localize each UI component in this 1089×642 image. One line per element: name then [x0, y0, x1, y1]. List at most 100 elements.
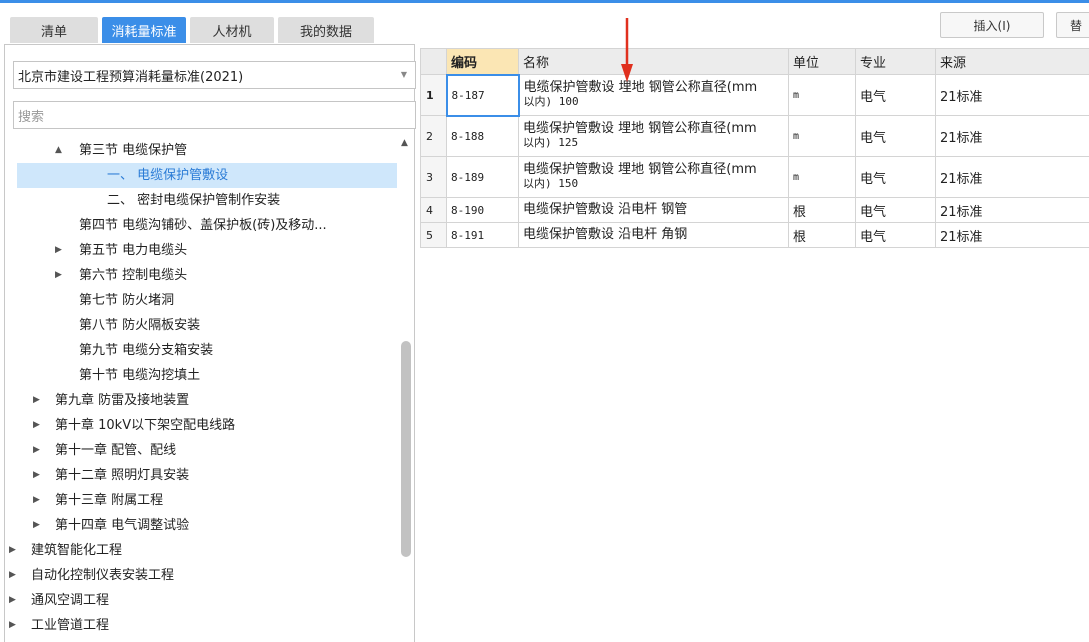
tree-item[interactable]: ▶ 第五节 电力电缆头 — [17, 238, 397, 263]
expand-arrow-icon[interactable]: ▶ — [33, 388, 40, 413]
red-arrow-annotation-icon — [621, 18, 633, 82]
search-input[interactable]: 搜索 — [13, 101, 416, 129]
tree-item[interactable]: ▶ 第十三章 附属工程 — [17, 488, 397, 513]
cell-major[interactable]: 电气 — [855, 156, 936, 198]
row-index[interactable]: 5 — [420, 222, 447, 248]
expand-arrow-icon[interactable]: ▶ — [33, 488, 40, 513]
tree-item-label: 第五节 电力电缆头 — [79, 243, 188, 258]
tree-item[interactable]: 一、 电缆保护管敷设 — [17, 163, 397, 188]
expand-arrow-icon[interactable]: ▶ — [55, 263, 62, 288]
cell-name-line: 电缆保护管敷设 埋地 钢管公称直径(mm — [523, 80, 758, 95]
cell-source[interactable]: 21标准 — [935, 197, 1089, 223]
table-row[interactable]: 3 8-189 电缆保护管敷设 埋地 钢管公称直径(mm 以内) 150 m 电气 21标准 — [420, 156, 1089, 198]
cell-name[interactable]: 电缆保护管敷设 沿电杆 钢管 — [518, 197, 789, 223]
tree-item-label: 第四节 电缆沟铺砂、盖保护板(砖)及移动... — [79, 218, 327, 233]
table-row[interactable]: 1 8-187 电缆保护管敷设 埋地 钢管公称直径(mm 以内) 100 m 电气 21标准 — [420, 73, 1089, 117]
cell-name[interactable]: 电缆保护管敷设 埋地 钢管公称直径(mm 以内) 100 — [518, 74, 789, 116]
tree-item[interactable]: 第四节 电缆沟铺砂、盖保护板(砖)及移动... — [17, 213, 397, 238]
tree-item-label: 第十章 10kV以下架空配电线路 — [55, 418, 236, 433]
tree-item[interactable]: ▲ 第三节 电缆保护管 — [17, 138, 397, 163]
cell-source[interactable]: 21标准 — [935, 74, 1089, 116]
tree-item[interactable]: ▶ 建筑智能化工程 — [9, 538, 397, 563]
tree-item[interactable]: 第七节 防火堵洞 — [17, 288, 397, 313]
cell-major[interactable]: 电气 — [855, 74, 936, 116]
tree-item-label: 第十三章 附属工程 — [55, 493, 164, 508]
collapse-arrow-icon[interactable]: ▲ — [55, 138, 62, 163]
tree-item[interactable]: ▶ 自动化控制仪表安装工程 — [9, 563, 397, 588]
table-row[interactable]: 4 8-190 电缆保护管敷设 沿电杆 钢管 根电气 21标准 — [420, 197, 1089, 223]
column-header-unit[interactable]: 单位 — [788, 48, 856, 75]
row-index[interactable]: 4 — [420, 197, 447, 223]
cell-code[interactable]: 8-189 — [446, 156, 519, 198]
cell-major[interactable]: 电气 — [855, 115, 936, 157]
cell-name[interactable]: 电缆保护管敷设 埋地 钢管公称直径(mm 以内) 125 — [518, 115, 789, 157]
cell-name[interactable]: 电缆保护管敷设 埋地 钢管公称直径(mm 以内) 150 — [518, 156, 789, 198]
cell-source[interactable]: 21标准 — [935, 115, 1089, 157]
tab-labor-material-machine[interactable]: 人材机 — [190, 17, 274, 43]
tree-item[interactable]: ▶ 第十一章 配管、配线 — [17, 438, 397, 463]
scroll-up-arrow-icon[interactable]: ▲ — [401, 138, 408, 148]
cell-code[interactable]: 8-188 — [446, 115, 519, 157]
tree-item-label: 第九节 电缆分支箱安装 — [79, 343, 214, 358]
row-index[interactable]: 2 — [420, 115, 447, 157]
tree-item[interactable]: ▶ 第十二章 照明灯具安装 — [17, 463, 397, 488]
row-index[interactable]: 3 — [420, 156, 447, 198]
expand-arrow-icon[interactable]: ▶ — [33, 413, 40, 438]
tab-list[interactable]: 清单 — [10, 17, 98, 43]
cell-unit[interactable]: m — [788, 74, 856, 116]
cell-source[interactable]: 21标准 — [935, 156, 1089, 198]
expand-arrow-icon[interactable]: ▶ — [9, 563, 16, 588]
standard-select[interactable]: 北京市建设工程预算消耗量标准(2021) ▼ — [13, 61, 416, 89]
tree-item-label: 第七节 防火堵洞 — [79, 293, 175, 308]
tree-item[interactable]: ▶ 第九章 防雷及接地装置 — [17, 388, 397, 413]
scrollbar-thumb[interactable] — [401, 341, 411, 557]
tree-item-label: 第十一章 配管、配线 — [55, 443, 177, 458]
tree-item-label: 二、 密封电缆保护管制作安装 — [107, 193, 281, 208]
cell-name[interactable]: 电缆保护管敷设 沿电杆 角钢 — [518, 222, 789, 248]
replace-button[interactable]: 替 — [1056, 12, 1089, 38]
cell-unit[interactable]: 根 — [788, 197, 856, 223]
cell-code[interactable]: 8-190 — [446, 197, 519, 223]
row-index[interactable]: 1 — [420, 74, 447, 116]
chevron-down-icon: ▼ — [400, 70, 407, 79]
tree-item[interactable]: ▶ 通风空调工程 — [9, 588, 397, 613]
cell-major[interactable]: 电气 — [855, 197, 936, 223]
cell-unit[interactable]: m — [788, 115, 856, 157]
cell-name-line: 以内) 125 — [523, 136, 579, 149]
expand-arrow-icon[interactable]: ▶ — [33, 463, 40, 488]
tree-item[interactable]: ▶ 第十四章 电气调整试验 — [17, 513, 397, 538]
tree-item[interactable]: 第九节 电缆分支箱安装 — [17, 338, 397, 363]
tree-item[interactable]: ▶ 第十章 10kV以下架空配电线路 — [17, 413, 397, 438]
tree-item[interactable]: 第八节 防火隔板安装 — [17, 313, 397, 338]
expand-arrow-icon[interactable]: ▶ — [9, 538, 16, 563]
expand-arrow-icon[interactable]: ▶ — [33, 513, 40, 538]
cell-unit[interactable]: 根 — [788, 222, 856, 248]
tree-item[interactable]: 二、 密封电缆保护管制作安装 — [17, 188, 397, 213]
cell-major[interactable]: 电气 — [855, 222, 936, 248]
expand-arrow-icon[interactable]: ▶ — [9, 613, 16, 638]
cell-name-line: 电缆保护管敷设 埋地 钢管公称直径(mm — [523, 121, 757, 136]
tree-item[interactable]: ▶ 第六节 控制电缆头 — [17, 263, 397, 288]
tab-consumption-standard[interactable]: 消耗量标准 — [102, 17, 186, 43]
column-header-source[interactable]: 来源 — [935, 48, 1089, 75]
cell-name-line: 以内) 150 — [523, 177, 579, 190]
insert-button[interactable]: 插入(I) — [940, 12, 1044, 38]
table-row[interactable]: 2 8-188 电缆保护管敷设 埋地 钢管公称直径(mm 以内) 125 m 电气 21标准 — [420, 115, 1089, 157]
column-header-major[interactable]: 专业 — [855, 48, 936, 75]
expand-arrow-icon[interactable]: ▶ — [33, 438, 40, 463]
tree-item[interactable]: ▶ 工业管道工程 — [9, 613, 397, 638]
table-row[interactable]: 5 8-191 电缆保护管敷设 沿电杆 角钢 根电气 21标准 — [420, 222, 1089, 248]
expand-arrow-icon[interactable]: ▶ — [55, 238, 62, 263]
cell-unit[interactable]: m — [788, 156, 856, 198]
column-header-code[interactable]: 编码 — [446, 48, 519, 75]
tab-my-data[interactable]: 我的数据 — [278, 17, 374, 43]
row-index-header — [420, 48, 447, 75]
expand-arrow-icon[interactable]: ▶ — [9, 588, 16, 613]
column-header-name[interactable]: 名称 — [518, 48, 789, 75]
top-accent-bar — [0, 0, 1089, 3]
cell-source[interactable]: 21标准 — [935, 222, 1089, 248]
tab-bar: 清单 消耗量标准 人材机 我的数据 — [10, 17, 374, 43]
cell-code[interactable]: 8-187 — [445, 73, 520, 117]
cell-code[interactable]: 8-191 — [446, 222, 519, 248]
tree-item[interactable]: 第十节 电缆沟挖填土 — [17, 363, 397, 388]
